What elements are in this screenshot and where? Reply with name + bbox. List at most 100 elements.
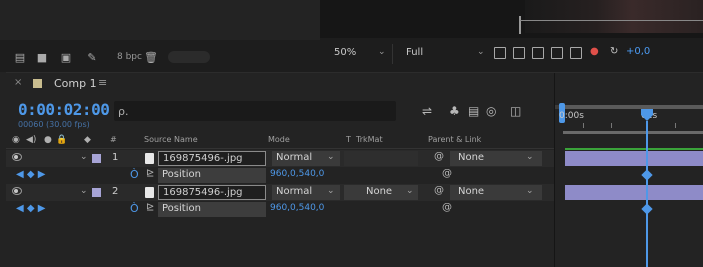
property-row[interactable]: ◀ ◆ ▶ Ò ⊵ Position 960,0,540,0 @ bbox=[6, 167, 554, 184]
project-toolbar: ▤ ■ ▣ ✎ 8 bpc 🗑 bbox=[0, 40, 320, 72]
stopwatch-icon[interactable]: Ò bbox=[130, 168, 139, 181]
column-source-name[interactable]: Source Name bbox=[144, 135, 198, 144]
position-value[interactable]: 960,0,540,0 bbox=[270, 203, 324, 213]
divider bbox=[392, 44, 393, 64]
grid-options-icon[interactable] bbox=[570, 47, 582, 59]
project-panel bbox=[0, 0, 320, 40]
chevron-down-icon[interactable]: ⌄ bbox=[477, 47, 485, 57]
chevron-down-icon: ⌄ bbox=[526, 186, 534, 196]
color-channels-icon[interactable]: ● bbox=[590, 46, 599, 57]
panel-menu-icon[interactable]: ≡ bbox=[98, 76, 107, 89]
new-folder-icon[interactable]: ■ bbox=[34, 52, 50, 63]
current-time-indicator-line[interactable] bbox=[646, 121, 648, 267]
layer-selection-indicator bbox=[565, 148, 703, 150]
layer-label-color[interactable] bbox=[92, 154, 101, 163]
composition-flowchart-icon[interactable]: ⇌ bbox=[422, 104, 432, 118]
motion-blur-icon[interactable]: ◎ bbox=[486, 104, 496, 118]
layer-name-field[interactable]: 169875496-.jpg bbox=[158, 151, 266, 166]
work-area-bar[interactable] bbox=[563, 131, 703, 134]
chevron-down-icon: ⌄ bbox=[526, 152, 534, 162]
chevron-down-icon: ⌄ bbox=[327, 186, 335, 196]
keyframe-navigator[interactable]: ◀ ◆ ▶ bbox=[16, 203, 45, 214]
chevron-down-icon[interactable]: ⌄ bbox=[378, 47, 386, 57]
blend-mode-select[interactable]: Normal ⌄ bbox=[272, 185, 340, 200]
visibility-dot bbox=[14, 155, 18, 159]
transparency-grid-icon[interactable] bbox=[513, 47, 525, 59]
stopwatch-icon[interactable]: Ò bbox=[130, 202, 139, 215]
path-anchor-handle[interactable] bbox=[519, 16, 521, 34]
parent-select[interactable]: None ⌄ bbox=[450, 151, 542, 166]
exposure-value[interactable]: +0,0 bbox=[626, 46, 650, 57]
layer-row[interactable]: ⌄ 2 169875496-.jpg Normal ⌄ None ⌄ @ Non… bbox=[6, 184, 554, 201]
solo-header-icon: ● bbox=[44, 135, 52, 145]
track-matte-select[interactable]: None ⌄ bbox=[344, 185, 418, 200]
viewer-toolbar: 50% ⌄ Full ⌄ ● ↻ +0,0 bbox=[320, 38, 703, 72]
expression-pickwhip-icon[interactable]: @ bbox=[442, 202, 452, 213]
blend-mode-value: Normal bbox=[276, 152, 313, 163]
label-header-icon: ◆ bbox=[84, 135, 91, 145]
frame-blending-icon[interactable]: ▤ bbox=[468, 104, 479, 118]
property-name: Position bbox=[162, 203, 201, 214]
current-time-display[interactable]: 0:00:02:00 bbox=[18, 100, 110, 119]
graph-editor-icon[interactable]: ◫ bbox=[510, 104, 521, 118]
column-t: T bbox=[346, 135, 351, 144]
pickwhip-icon[interactable]: @ bbox=[434, 185, 444, 196]
layer-name: 169875496-.jpg bbox=[163, 153, 243, 164]
layer-label-color[interactable] bbox=[92, 188, 101, 197]
blend-mode-select[interactable]: Normal ⌄ bbox=[272, 151, 340, 166]
layer-number: 1 bbox=[112, 152, 119, 163]
pickwhip-icon[interactable]: @ bbox=[434, 151, 444, 162]
audio-header-icon: ◀) bbox=[26, 135, 37, 145]
expand-chevron-icon[interactable]: ⌄ bbox=[80, 186, 88, 196]
timecode-row: 0:00:02:00 00060 (30.00 fps) ρ. ⇌ ♣ ▤ ◎ … bbox=[6, 95, 554, 133]
close-icon[interactable]: × bbox=[14, 77, 22, 88]
shy-layers-icon[interactable]: ♣ bbox=[449, 104, 460, 118]
layer-search-input[interactable] bbox=[114, 101, 396, 121]
guides-icon[interactable] bbox=[551, 47, 563, 59]
trash-icon[interactable]: 🗑 bbox=[143, 52, 159, 63]
tab-comp1[interactable]: Comp 1 bbox=[54, 77, 97, 90]
project-flowchart-toggle[interactable] bbox=[168, 51, 210, 63]
reset-exposure-icon[interactable]: ↻ bbox=[610, 46, 618, 57]
layer-column-headers: ◉ ◀) ● 🔒 ◆ # Source Name Mode T TrkMat P… bbox=[6, 133, 554, 149]
property-name-field: Position bbox=[158, 168, 266, 183]
image-file-icon bbox=[145, 187, 154, 198]
layer-duration-bar[interactable] bbox=[565, 151, 703, 166]
mask-visibility-icon[interactable] bbox=[532, 47, 544, 59]
expression-pickwhip-icon[interactable]: @ bbox=[442, 168, 452, 179]
property-name: Position bbox=[162, 169, 201, 180]
visibility-dot bbox=[14, 189, 18, 193]
track-matte-select[interactable] bbox=[344, 151, 418, 166]
layer-name-field[interactable]: 169875496-.jpg bbox=[158, 185, 266, 200]
parent-value: None bbox=[458, 152, 485, 163]
property-row[interactable]: ◀ ◆ ▶ Ò ⊵ Position 960,0,540,0 @ bbox=[6, 201, 554, 218]
track-matte-value: None bbox=[366, 186, 393, 197]
time-navigator-bar[interactable] bbox=[563, 105, 703, 109]
column-trkmat[interactable]: TrkMat bbox=[356, 135, 383, 144]
layer-row[interactable]: ⌄ 1 169875496-.jpg Normal ⌄ @ None ⌄ bbox=[6, 150, 554, 167]
new-composition-icon[interactable]: ▣ bbox=[58, 52, 74, 63]
bit-depth-label[interactable]: 8 bpc bbox=[117, 52, 142, 62]
viewer-image bbox=[525, 0, 703, 33]
search-icon: ρ. bbox=[118, 105, 129, 118]
region-of-interest-icon[interactable] bbox=[494, 47, 506, 59]
column-mode[interactable]: Mode bbox=[268, 135, 290, 144]
project-settings-icon[interactable]: ✎ bbox=[84, 52, 100, 63]
parent-select[interactable]: None ⌄ bbox=[450, 185, 542, 200]
zoom-select[interactable]: 50% bbox=[334, 47, 356, 58]
expand-chevron-icon[interactable]: ⌄ bbox=[80, 152, 88, 162]
layer-duration-bar[interactable] bbox=[565, 185, 703, 200]
time-ruler-area[interactable]: 0:00s 01s bbox=[554, 73, 703, 267]
resolution-select[interactable]: Full bbox=[406, 47, 423, 58]
column-number: # bbox=[110, 135, 117, 144]
video-switch-header-icon: ◉ bbox=[12, 135, 20, 145]
keyframe-navigator[interactable]: ◀ ◆ ▶ bbox=[16, 169, 45, 180]
interpret-footage-icon[interactable]: ▤ bbox=[12, 52, 28, 63]
ruler-tick bbox=[583, 123, 584, 128]
ruler-tick bbox=[611, 123, 612, 128]
layer-number: 2 bbox=[112, 186, 119, 197]
graph-icon[interactable]: ⊵ bbox=[146, 202, 154, 213]
column-parent-link[interactable]: Parent & Link bbox=[428, 135, 481, 144]
position-value[interactable]: 960,0,540,0 bbox=[270, 169, 324, 179]
graph-icon[interactable]: ⊵ bbox=[146, 168, 154, 179]
